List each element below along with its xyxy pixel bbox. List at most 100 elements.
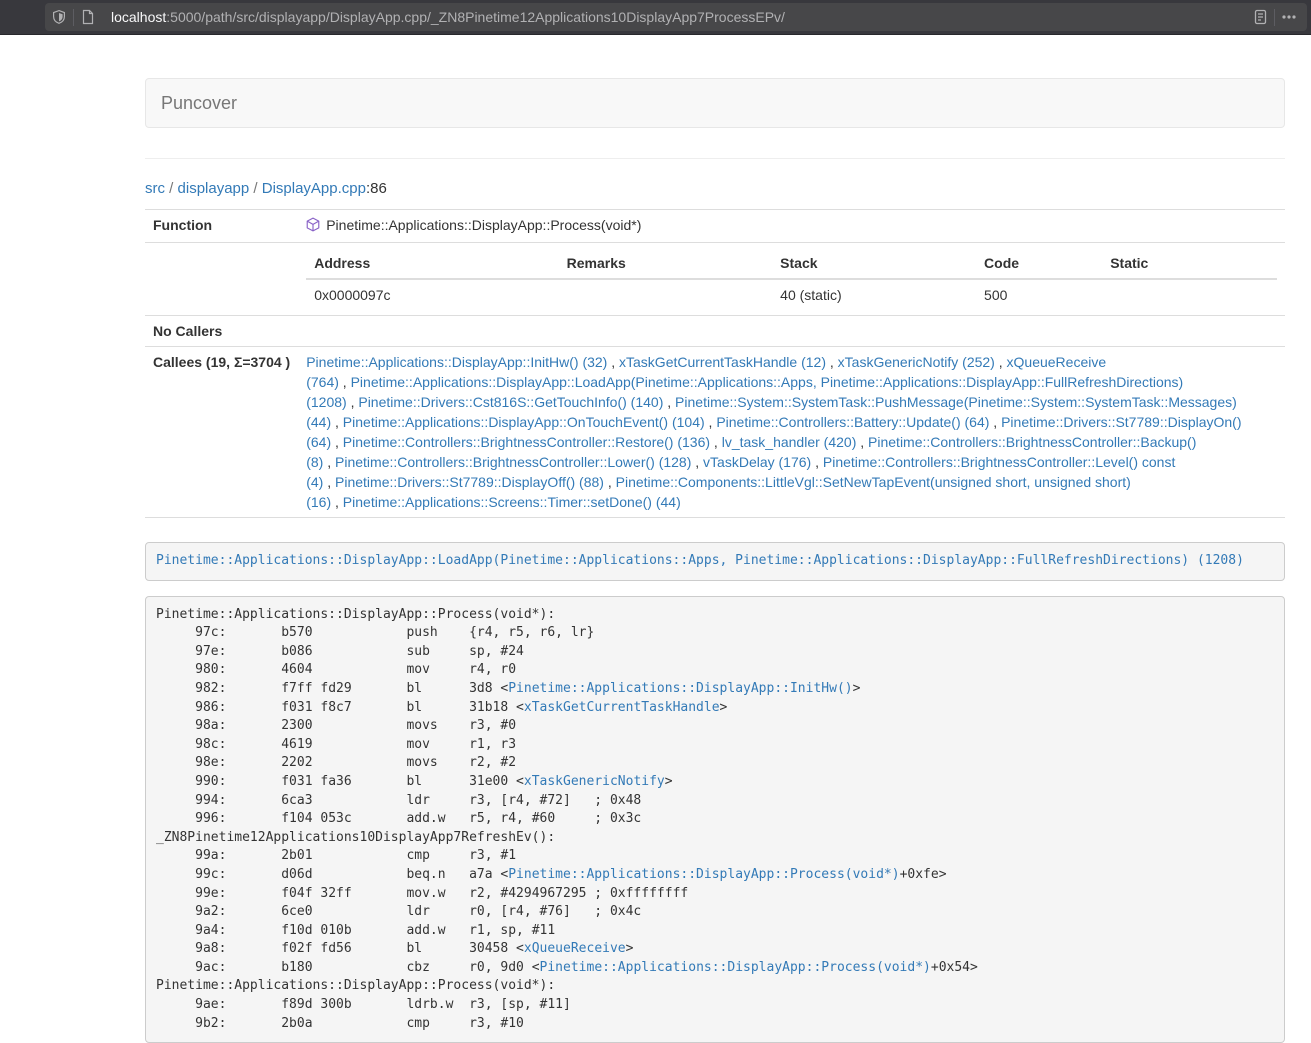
breadcrumb-separator: /: [165, 180, 178, 197]
breadcrumb-link-src[interactable]: src: [145, 180, 165, 197]
url-path: :5000/path/src/displayapp/DisplayApp.cpp…: [166, 9, 785, 25]
callees-row: Callees (19, Σ=3704 ) Pinetime::Applicat…: [145, 347, 1285, 518]
breadcrumb-link-file[interactable]: DisplayApp.cpp: [262, 180, 366, 197]
column-header-code: Code: [976, 248, 1102, 279]
callee-link[interactable]: Pinetime::Drivers::Cst816S::GetTouchInfo…: [358, 394, 663, 410]
assembly-line: 98c: 4619 mov r1, r3: [156, 736, 1274, 755]
function-row: Function Pinetime::Applications::Display…: [145, 210, 1285, 243]
assembly-line: 99e: f04f 32ff mov.w r2, #4294967295 ; 0…: [156, 885, 1274, 904]
navbar: Puncover: [145, 78, 1285, 128]
assembly-line: 9a2: 6ce0 ldr r0, [r4, #76] ; 0x4c: [156, 903, 1274, 922]
callee-link[interactable]: vTaskDelay (176): [703, 454, 811, 470]
assembly-line: _ZN8Pinetime12Applications10DisplayApp7R…: [156, 829, 1274, 848]
callee-link[interactable]: Pinetime::Applications::Screens::Timer::…: [343, 494, 681, 510]
breadcrumb: src / displayapp / DisplayApp.cpp:86: [145, 179, 1285, 198]
column-header-remarks: Remarks: [559, 248, 773, 279]
callee-separator: ,: [710, 434, 722, 450]
assembly-line: 982: f7ff fd29 bl 3d8 <Pinetime::Applica…: [156, 680, 1274, 699]
assembly-line: 9ac: b180 cbz r0, 9d0 <Pinetime::Applica…: [156, 959, 1274, 978]
no-callers-cell: [298, 316, 1285, 347]
callee-separator: ,: [331, 434, 343, 450]
stack-value: 40 (static): [772, 279, 976, 310]
metrics-table: Address Remarks Stack Code Static 0x0000…: [306, 248, 1277, 310]
callee-separator: ,: [331, 494, 343, 510]
callee-separator: ,: [323, 474, 335, 490]
breadcrumb-line-number: :86: [366, 180, 387, 197]
brand-link[interactable]: Puncover: [146, 79, 252, 128]
callee-separator: ,: [995, 354, 1007, 370]
metrics-header-row: Address Remarks Stack Code Static: [306, 248, 1277, 279]
callee-separator: ,: [339, 374, 351, 390]
address-value: 0x0000097c: [306, 279, 558, 310]
callee-separator: ,: [607, 354, 619, 370]
assembly-line: 98a: 2300 movs r3, #0: [156, 717, 1274, 736]
assembly-line: 98e: 2202 movs r2, #2: [156, 754, 1274, 773]
assembly-code: Pinetime::Applications::DisplayApp::Proc…: [145, 596, 1285, 1043]
url-text[interactable]: localhost:5000/path/src/displayapp/Displ…: [111, 9, 1246, 25]
assembly-line: 99a: 2b01 cmp r3, #1: [156, 847, 1274, 866]
assembly-line: 994: 6ca3 ldr r3, [r4, #72] ; 0x48: [156, 792, 1274, 811]
callee-separator: ,: [663, 394, 675, 410]
callee-link[interactable]: Pinetime::Applications::DisplayApp::OnTo…: [343, 414, 705, 430]
callee-link[interactable]: lv_task_handler (420): [722, 434, 857, 450]
callee-separator: ,: [856, 434, 868, 450]
metrics-cell: Address Remarks Stack Code Static 0x0000…: [298, 243, 1285, 316]
metrics-row: Address Remarks Stack Code Static 0x0000…: [145, 243, 1285, 316]
remarks-value: [559, 279, 773, 310]
callee-separator: ,: [347, 394, 359, 410]
assembly-symbol-link[interactable]: xTaskGenericNotify: [524, 774, 665, 789]
no-callers-row: No Callers: [145, 316, 1285, 347]
shield-icon[interactable]: [45, 3, 73, 31]
callee-link[interactable]: Pinetime::Drivers::St7789::DisplayOff() …: [335, 474, 604, 490]
function-table: Function Pinetime::Applications::Display…: [145, 209, 1285, 518]
code-value: 500: [976, 279, 1102, 310]
breadcrumb-separator: /: [249, 180, 262, 197]
callee-link[interactable]: Pinetime::Controllers::BrightnessControl…: [335, 454, 691, 470]
highlighted-callee-link[interactable]: Pinetime::Applications::DisplayApp::Load…: [156, 553, 1244, 568]
assembly-symbol-link[interactable]: xQueueReceive: [524, 941, 626, 956]
callees-label: Callees (19, Σ=3704 ): [145, 347, 298, 518]
assembly-line: 996: f104 053c add.w r5, r4, #60 ; 0x3c: [156, 810, 1274, 829]
symbol-icon: [306, 217, 320, 237]
assembly-symbol-link[interactable]: Pinetime::Applications::DisplayApp::Proc…: [508, 867, 899, 882]
url-bar[interactable]: localhost:5000/path/src/displayapp/Displ…: [45, 3, 1307, 31]
assembly-line: 97c: b570 push {r4, r5, r6, lr}: [156, 624, 1274, 643]
callee-separator: ,: [691, 454, 703, 470]
callee-separator: ,: [705, 414, 717, 430]
page-icon: [74, 3, 102, 31]
callee-separator: ,: [604, 474, 616, 490]
assembly-line: 9b2: 2b0a cmp r3, #10: [156, 1015, 1274, 1034]
assembly-line: 9a8: f02f fd56 bl 30458 <xQueueReceive>: [156, 940, 1274, 959]
more-icon[interactable]: [1275, 3, 1303, 31]
callee-link[interactable]: Pinetime::Controllers::BrightnessControl…: [343, 434, 710, 450]
callee-separator: ,: [331, 414, 343, 430]
breadcrumb-link-displayapp[interactable]: displayapp: [178, 180, 250, 197]
metrics-row-spacer: [145, 243, 298, 316]
callee-link[interactable]: xTaskGenericNotify (252): [838, 354, 995, 370]
page-content: Puncover src / displayapp / DisplayApp.c…: [145, 78, 1285, 1043]
assembly-line: Pinetime::Applications::DisplayApp::Proc…: [156, 606, 1274, 625]
callee-link[interactable]: Pinetime::Controllers::Battery::Update()…: [716, 414, 989, 430]
callee-link[interactable]: xTaskGetCurrentTaskHandle (12): [619, 354, 826, 370]
assembly-line: 97e: b086 sub sp, #24: [156, 643, 1274, 662]
assembly-line: 990: f031 fa36 bl 31e00 <xTaskGenericNot…: [156, 773, 1274, 792]
column-header-static: Static: [1102, 248, 1277, 279]
callee-link[interactable]: Pinetime::Applications::DisplayApp::Init…: [306, 354, 607, 370]
assembly-symbol-link[interactable]: Pinetime::Applications::DisplayApp::Init…: [508, 681, 852, 696]
callees-list: Pinetime::Applications::DisplayApp::Init…: [298, 347, 1285, 518]
static-value: [1102, 279, 1277, 310]
assembly-symbol-link[interactable]: Pinetime::Applications::DisplayApp::Proc…: [540, 960, 931, 975]
callee-separator: ,: [826, 354, 838, 370]
assembly-line: 9a4: f10d 010b add.w r1, sp, #11: [156, 922, 1274, 941]
divider: [145, 158, 1285, 159]
assembly-line: 986: f031 f8c7 bl 31b18 <xTaskGetCurrent…: [156, 699, 1274, 718]
column-header-address: Address: [306, 248, 558, 279]
function-name-cell: Pinetime::Applications::DisplayApp::Proc…: [298, 210, 1285, 243]
assembly-line: 980: 4604 mov r4, r0: [156, 661, 1274, 680]
assembly-symbol-link[interactable]: xTaskGetCurrentTaskHandle: [524, 700, 720, 715]
function-label: Function: [145, 210, 298, 243]
highlighted-callee-box: Pinetime::Applications::DisplayApp::Load…: [145, 542, 1285, 581]
reader-mode-icon[interactable]: [1246, 3, 1274, 31]
function-name: Pinetime::Applications::DisplayApp::Proc…: [326, 217, 641, 233]
assembly-line: 9ae: f89d 300b ldrb.w r3, [sp, #11]: [156, 996, 1274, 1015]
